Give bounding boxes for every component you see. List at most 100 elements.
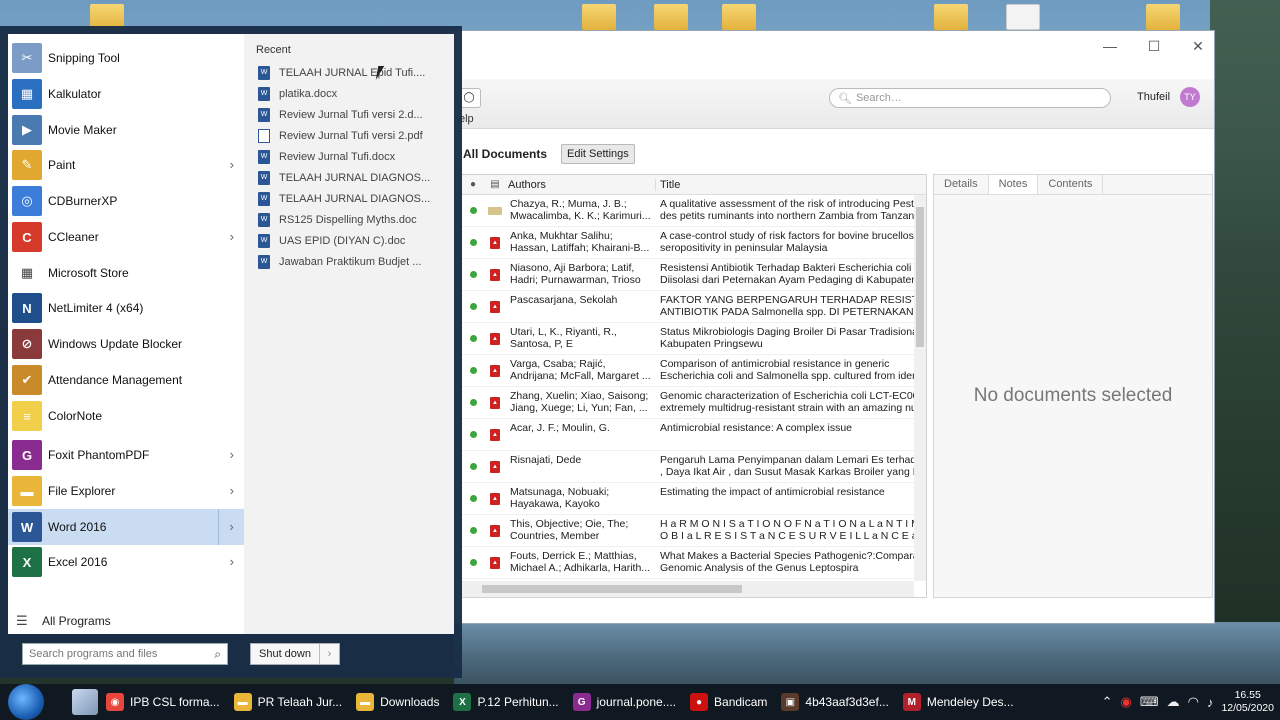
taskbar-item[interactable]: ▬ PR Telaah Jur... xyxy=(233,686,349,718)
scrollbar-thumb[interactable] xyxy=(482,585,742,593)
authors-cell[interactable]: Anka, Mukhtar Salihu; Hassan, Latiffah; K… xyxy=(506,227,656,258)
volume-icon[interactable]: ♪ xyxy=(1207,695,1214,710)
title-cell[interactable]: FAKTOR YANG BERPENGARUH TERHADAP RESISTE… xyxy=(656,291,926,322)
table-row[interactable]: ▲ Zhang, Xuelin; Xiao, Saisong; Jiang, Xue… xyxy=(462,387,926,419)
maximize-button[interactable]: ☐ xyxy=(1146,38,1162,55)
file-cell[interactable] xyxy=(484,195,506,226)
title-cell[interactable]: Estimating the impact of antimicrobial r… xyxy=(656,483,926,514)
authors-cell[interactable]: Chazya, R.; Muma, J. B.; Mwacalimba, K. K… xyxy=(506,195,656,226)
scrollbar-thumb[interactable] xyxy=(916,207,924,347)
clock[interactable]: 16.55 12/05/2020 xyxy=(1221,689,1274,715)
table-row[interactable]: ▲ Pascasarjana, Sekolah FAKTOR YANG BERPEN… xyxy=(462,291,926,323)
authors-cell[interactable]: Fouts, Derrick E.; Matthias, Michael A.; … xyxy=(506,547,656,578)
file-cell[interactable]: ▲ xyxy=(484,227,506,258)
table-row[interactable]: ▲ Niasono, Aji Barbora; Latif, Hadri; Purn… xyxy=(462,259,926,291)
read-status-cell[interactable] xyxy=(462,291,484,322)
read-status-cell[interactable] xyxy=(462,355,484,386)
authors-cell[interactable]: Utari, L, K., Riyanti, R., Santosa, P, E xyxy=(506,323,656,354)
title-cell[interactable]: Comparison of antimicrobial resistance i… xyxy=(656,355,926,386)
start-app-folder[interactable]: ▬ File Explorer › xyxy=(8,473,244,509)
read-status-cell[interactable] xyxy=(462,483,484,514)
recent-item[interactable]: W TELAAH JURNAL DIAGNOS... xyxy=(258,189,448,209)
recent-item[interactable]: W TELAAH JURNAL Epid Tufi.... xyxy=(258,63,448,83)
vertical-scrollbar[interactable] xyxy=(914,195,926,581)
table-row[interactable]: ▲ This, Objective; Oie, The; Countries, Me… xyxy=(462,515,926,547)
table-row[interactable]: ▲ Anka, Mukhtar Salihu; Hassan, Latiffah; … xyxy=(462,227,926,259)
read-status-cell[interactable] xyxy=(462,547,484,578)
desktop-folder-icon[interactable] xyxy=(1146,4,1180,30)
authors-cell[interactable]: Varga, Csaba; Rajić, Andrijana; McFall, M… xyxy=(506,355,656,386)
title-cell[interactable]: Status Mikrobiologis Daging Broiler Di P… xyxy=(656,323,926,354)
taskbar-item[interactable]: Gjournal.pone.... xyxy=(572,686,682,718)
read-status-cell[interactable] xyxy=(462,387,484,418)
file-column-icon[interactable]: ▤ xyxy=(484,179,506,190)
taskbar-item[interactable]: X P.12 Perhitun... xyxy=(453,686,564,718)
tab-notes[interactable]: Notes xyxy=(988,175,1039,194)
title-cell[interactable]: H a R M O N I S a T I O N O F N a T I O … xyxy=(656,515,926,546)
file-cell[interactable]: ▲ xyxy=(484,483,506,514)
authors-cell[interactable]: Risnajati, Dede xyxy=(506,451,656,482)
authors-cell[interactable]: Zhang, Xuelin; Xiao, Saisong; Jiang, Xueg… xyxy=(506,387,656,418)
shutdown-options-chevron-icon[interactable]: › xyxy=(319,644,339,664)
authors-cell[interactable]: Acar, J. F.; Moulin, G. xyxy=(506,419,656,450)
edit-settings-button[interactable]: Edit Settings xyxy=(561,144,635,164)
table-row[interactable]: ▲ Utari, L, K., Riyanti, R., Santosa, P, E… xyxy=(462,323,926,355)
file-cell[interactable]: ▲ xyxy=(484,355,506,386)
cloud-icon[interactable]: ☁ xyxy=(1167,694,1180,710)
recent-item[interactable]: W Jawaban Praktikum Budjet ... xyxy=(258,252,448,272)
start-search-input[interactable]: Search programs and files ⌕ xyxy=(22,643,228,665)
table-row[interactable]: ▲ Risnajati, Dede Pengaruh Lama Penyimpana… xyxy=(462,451,926,483)
start-app-ccleaner[interactable]: C CCleaner › xyxy=(8,219,244,255)
close-button[interactable]: ✕ xyxy=(1190,38,1206,55)
minimize-button[interactable]: — xyxy=(1102,38,1118,54)
taskbar-item[interactable]: ◉ IPB CSL forma... xyxy=(106,686,226,718)
read-status-cell[interactable] xyxy=(462,515,484,546)
wifi-icon[interactable]: ◠ xyxy=(1188,694,1199,710)
title-cell[interactable]: Pengaruh Lama Penyimpanan dalam Lemari E… xyxy=(656,451,926,482)
table-row[interactable]: ▲ Matsunaga, Nobuaki; Hayakawa, Kayoko Esti… xyxy=(462,483,926,515)
read-status-cell[interactable] xyxy=(462,195,484,226)
chevron-right-icon[interactable]: › xyxy=(230,447,234,462)
recent-item[interactable]: W Review Jurnal Tufi versi 2.d... xyxy=(258,105,448,125)
table-row[interactable]: ▲ Fouts, Derrick E.; Matthias, Michael A.;… xyxy=(462,547,926,579)
desktop-folder-icon[interactable] xyxy=(934,4,968,30)
pinned-app-icon[interactable] xyxy=(72,689,98,715)
start-app-film[interactable]: ▶ Movie Maker xyxy=(8,112,244,148)
read-status-cell[interactable] xyxy=(462,227,484,258)
authors-cell[interactable]: Niasono, Aji Barbora; Latif, Hadri; Purna… xyxy=(506,259,656,290)
horizontal-scrollbar[interactable] xyxy=(462,581,914,597)
read-status-cell[interactable] xyxy=(462,451,484,482)
table-row[interactable]: ▲ Acar, J. F.; Moulin, G. Antimicrobial re… xyxy=(462,419,926,451)
user-name[interactable]: Thufeil xyxy=(1137,91,1170,103)
tab-contents[interactable]: Contents xyxy=(1038,175,1104,194)
title-cell[interactable]: Resistensi Antibiotik Terhadap Bakteri E… xyxy=(656,259,926,290)
taskbar-item[interactable]: M Mendeley Des... xyxy=(902,686,1020,718)
chevron-right-icon[interactable]: › xyxy=(218,509,244,545)
start-app-word[interactable]: W Word 2016 › xyxy=(8,509,244,545)
table-row[interactable]: ▲ Varga, Csaba; Rajić, Andrijana; McFall, … xyxy=(462,355,926,387)
authors-cell[interactable]: Pascasarjana, Sekolah xyxy=(506,291,656,322)
desktop-doc-icon[interactable] xyxy=(1006,4,1040,30)
desktop-folder-icon[interactable] xyxy=(722,4,756,30)
start-app-scissors[interactable]: ✂ Snipping Tool xyxy=(8,40,244,76)
read-status-column-icon[interactable]: ● xyxy=(462,179,484,190)
title-cell[interactable]: A qualitative assessment of the risk of … xyxy=(656,195,926,226)
authors-cell[interactable]: This, Objective; Oie, The; Countries, Mem… xyxy=(506,515,656,546)
read-status-cell[interactable] xyxy=(462,323,484,354)
start-app-shield[interactable]: ⊘ Windows Update Blocker xyxy=(8,326,244,362)
authors-column-header[interactable]: Authors xyxy=(506,178,656,191)
taskbar-item[interactable]: ● Bandicam xyxy=(690,686,773,718)
keyboard-icon[interactable]: ⌨ xyxy=(1140,694,1159,710)
read-status-cell[interactable] xyxy=(462,259,484,290)
start-app-calculator[interactable]: ▦ Kalkulator xyxy=(8,76,244,112)
tab-details[interactable]: Details xyxy=(934,175,989,194)
file-cell[interactable]: ▲ xyxy=(484,515,506,546)
chevron-right-icon[interactable]: › xyxy=(230,554,234,569)
start-app-foxit[interactable]: G Foxit PhantomPDF › xyxy=(8,437,244,473)
avatar[interactable]: TY xyxy=(1180,87,1200,107)
chevron-up-icon[interactable]: ⌃ xyxy=(1102,694,1113,710)
start-app-netlimiter[interactable]: N NetLimiter 4 (x64) xyxy=(8,290,244,326)
taskbar-item[interactable]: ▬ Downloads xyxy=(356,686,445,718)
desktop-folder-icon[interactable] xyxy=(654,4,688,30)
taskbar-item[interactable]: ▣ 4b43aaf3d3ef... xyxy=(781,686,894,718)
